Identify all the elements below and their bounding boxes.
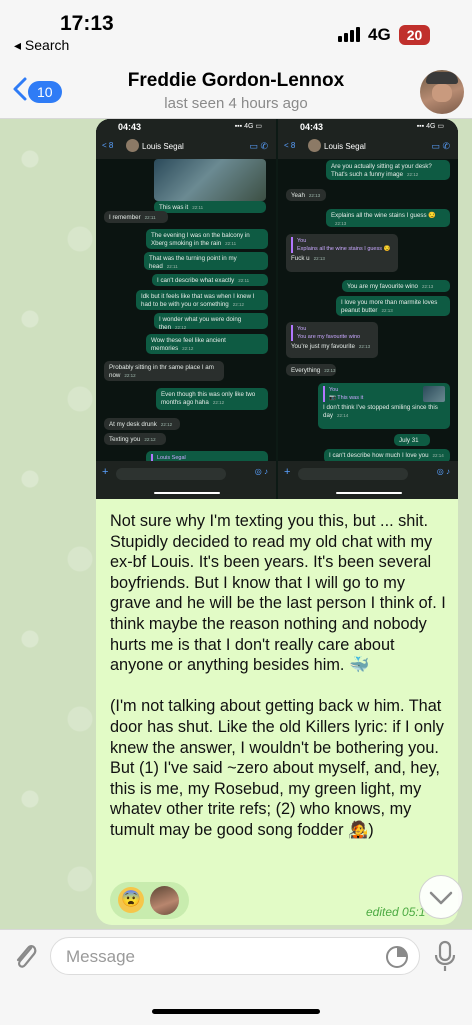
screenshot-back: < 8 — [284, 141, 296, 150]
screenshot-message: Wow these feel like ancient memories 22:1… — [146, 334, 268, 354]
plus-icon: + — [284, 466, 291, 478]
microphone-icon[interactable] — [432, 939, 458, 973]
last-seen-status: last seen 4 hours ago — [164, 95, 308, 112]
screenshot-message: You You are my favourite wino You're just … — [286, 322, 378, 358]
screenshot-message: I love you more than marmite loves peanu… — [336, 296, 450, 316]
chevron-down-icon — [429, 891, 453, 905]
back-to-app-link[interactable]: ◂ Search — [14, 37, 69, 54]
screenshot-status: ▪▪▪ 4G ▭ — [234, 123, 262, 130]
screenshot-message: Are you actually sitting at your desk? T… — [326, 160, 450, 180]
camera-mic-icons: ◎ ♪ — [436, 467, 450, 476]
screenshot-message: You 📷 This was it I don't think I've stop… — [318, 383, 450, 429]
screenshot-message: Yeah 22:13 — [286, 189, 326, 201]
screenshot-time: 04:43 — [300, 122, 324, 132]
screenshot-contact-name: Louis Segal — [324, 142, 366, 151]
call-icons: ▭ ✆ — [431, 141, 450, 151]
edited-timestamp: edited 05:1 — [366, 905, 426, 919]
sticker-icon[interactable] — [385, 945, 409, 969]
screenshot-message: The evening I was on the balcony in Xber… — [146, 229, 268, 249]
screenshot-left-pane: 04:43 ▪▪▪ 4G ▭ < 8 Louis Segal ▭ ✆ This … — [96, 119, 276, 499]
paperclip-icon[interactable] — [10, 939, 40, 973]
screenshot-top-bar: 04:43 ▪▪▪ 4G ▭ < 8 Louis Segal ▭ ✆ — [278, 119, 458, 159]
screenshot-date-pill: July 31 — [394, 434, 430, 446]
clock: 17:13 — [60, 12, 114, 35]
home-indicator — [152, 1009, 320, 1014]
screenshot-message: I wonder what you were doing then 22:12 — [154, 313, 268, 331]
screenshot-back: < 8 — [102, 141, 114, 150]
screenshot-status: ▪▪▪ 4G ▭ — [416, 123, 444, 130]
status-bar: 17:13 ◂ Search 4G 20 — [0, 0, 472, 60]
screenshot-time: 04:43 — [118, 122, 142, 132]
screenshot-input — [298, 468, 408, 480]
screenshot-message: I can't describe what exactly 22:11 — [152, 274, 268, 286]
screenshot-message: Idk but it feels like that was when I kn… — [136, 290, 268, 310]
photo-thumbnail — [154, 159, 266, 201]
scroll-down-button[interactable] — [419, 875, 463, 919]
screenshot-contact-name: Louis Segal — [142, 142, 184, 151]
message-placeholder: Message — [66, 947, 135, 966]
screenshot-top-bar: 04:43 ▪▪▪ 4G ▭ < 8 Louis Segal ▭ ✆ — [96, 119, 276, 159]
battery-icon: 20 — [399, 25, 430, 45]
plus-icon: + — [102, 466, 109, 478]
signal-icon — [338, 27, 360, 42]
screenshot-message: You Explains all the wine stains I guess … — [286, 234, 398, 272]
screenshot-avatar — [126, 139, 139, 152]
screenshot-home-bar — [336, 492, 402, 494]
screenshot-message: I remember 22:11 — [104, 211, 168, 223]
screenshot-input — [116, 468, 226, 480]
screenshot-home-bar — [154, 492, 220, 494]
screenshot-avatar — [308, 139, 321, 152]
screenshot-message: Everything 22:13 — [286, 364, 336, 376]
message-input[interactable]: Message — [50, 937, 420, 975]
message-composer: Message — [0, 929, 472, 1025]
reaction-emoji[interactable]: 😨 — [118, 887, 144, 913]
camera-mic-icons: ◎ ♪ — [254, 467, 268, 476]
quoted-photo-thumbnail — [423, 386, 445, 402]
screenshot-composer: + ◎ ♪ — [278, 461, 458, 499]
screenshot-right-pane: 04:43 ▪▪▪ 4G ▭ < 8 Louis Segal ▭ ✆ Are y… — [278, 119, 458, 499]
chat-header: 10 Freddie Gordon-Lennox last seen 4 hou… — [0, 60, 472, 119]
screenshot-message: You are my favourite wino 22:13 — [342, 280, 450, 292]
screenshot-message: This was it 22:11 — [154, 201, 266, 213]
screenshot-message: Texting you 22:12 — [104, 433, 166, 445]
reactor-avatar — [150, 886, 179, 915]
screenshot-message: Even though this was only like two month… — [156, 388, 268, 410]
chat-title[interactable]: Freddie Gordon-Lennox — [0, 70, 472, 92]
screenshot-image[interactable]: 04:43 ▪▪▪ 4G ▭ < 8 Louis Segal ▭ ✆ This … — [96, 119, 458, 499]
network-label: 4G — [368, 25, 391, 44]
avatar[interactable] — [420, 70, 464, 114]
screenshot-message: Explains all the wine stains I guess 😏22… — [326, 209, 450, 227]
screenshot-message: That was the turning point in my head 22:… — [144, 252, 268, 270]
chat-area[interactable]: 04:43 ▪▪▪ 4G ▭ < 8 Louis Segal ▭ ✆ This … — [0, 119, 472, 929]
screenshot-composer: + ◎ ♪ — [96, 461, 276, 499]
screenshot-message: Probably sitting in thr same place I am … — [104, 361, 224, 381]
reactions-row[interactable]: 😨 — [110, 882, 189, 919]
screenshot-message: At my desk drunk 22:12 — [104, 418, 180, 430]
call-icons: ▭ ✆ — [249, 141, 268, 151]
message-text: Not sure why I'm texting you this, but .… — [110, 512, 446, 839]
